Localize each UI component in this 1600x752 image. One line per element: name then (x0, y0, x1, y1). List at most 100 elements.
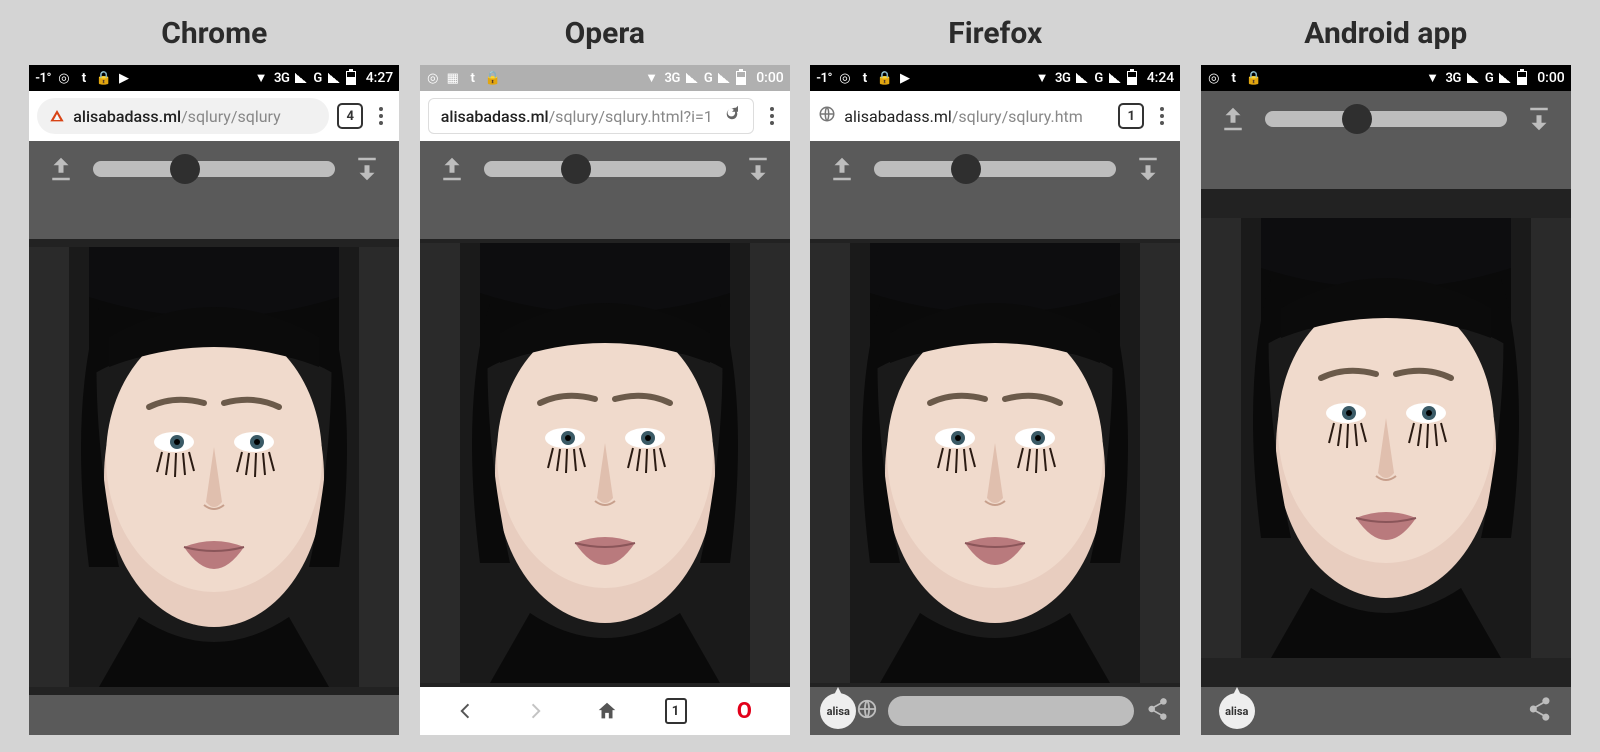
download-icon[interactable] (1130, 151, 1166, 187)
zoom-slider[interactable] (1265, 111, 1507, 127)
badge-label: alisa (827, 705, 850, 718)
tabs-button[interactable]: 1 (665, 698, 687, 724)
spacer (1201, 147, 1571, 189)
signal-icon (1467, 73, 1479, 83)
app-toolbar (810, 141, 1180, 197)
forward-button[interactable] (523, 698, 549, 724)
badge-label: alisa (1225, 705, 1248, 718)
phone-android: ◎ t 🔒 ▼ 3G G 0:00 alis (1201, 65, 1571, 735)
menu-icon[interactable] (371, 107, 391, 125)
download-icon[interactable] (1521, 101, 1557, 137)
carrier: G (1094, 71, 1102, 86)
opera-bottom-nav: 1 O (420, 687, 790, 735)
image-viewport[interactable] (29, 239, 399, 695)
wifi-icon: ▼ (254, 71, 268, 85)
zoom-slider[interactable] (874, 161, 1116, 177)
tabs-count: 4 (347, 109, 354, 124)
content-image (1201, 189, 1571, 687)
opera-icon[interactable]: O (731, 698, 757, 724)
upload-icon[interactable] (434, 151, 470, 187)
statusbar: ◎ t 🔒 ▼ 3G G 0:00 (1201, 65, 1571, 91)
download-icon[interactable] (349, 151, 385, 187)
address-field[interactable]: alisabadass.ml/sqlury/sqlury.html?i=1 (428, 98, 754, 134)
col-title: Chrome (161, 16, 267, 51)
lock-icon: 🔒 (486, 71, 500, 85)
globe-icon[interactable] (856, 698, 878, 724)
image-icon: ▦ (446, 71, 460, 85)
warning-icon (49, 108, 65, 124)
firefox-urlbar: alisabadass.ml/sqlury/sqlury.htm 1 (810, 91, 1180, 141)
tumblr-icon: t (466, 71, 480, 85)
slider-knob[interactable] (951, 154, 981, 184)
upload-icon[interactable] (1215, 101, 1251, 137)
url-domain: alisabadass.ml (441, 107, 549, 126)
lock-icon: 🔒 (878, 71, 892, 85)
carrier: G (704, 71, 712, 86)
battery-icon (1127, 71, 1137, 85)
upload-icon[interactable] (43, 151, 79, 187)
menu-icon[interactable] (1152, 107, 1172, 125)
search-field[interactable] (888, 696, 1134, 726)
upload-icon[interactable] (824, 151, 860, 187)
column-android: Android app ◎ t 🔒 ▼ 3G G 0:00 (1200, 6, 1573, 735)
url-path: /sqlury/sqlury (181, 107, 281, 126)
zoom-slider[interactable] (484, 161, 726, 177)
net-label: 3G (274, 71, 289, 86)
address-field[interactable]: alisabadass.ml/sqlury/sqlury.htm (844, 107, 1110, 126)
carrier: G (1485, 71, 1493, 86)
url-path: /sqlury/sqlury.htm (952, 107, 1083, 126)
address-field[interactable]: alisabadass.ml/sqlury/sqlury (37, 98, 329, 134)
app-toolbar (1201, 91, 1571, 147)
column-opera: Opera ◎ ▦ t 🔒 ▼ 3G G 0:00 alisabadass.ml… (419, 6, 792, 735)
slider-knob[interactable] (561, 154, 591, 184)
temp: -1° (816, 71, 832, 86)
android-bottom-bar: alisa (1201, 687, 1571, 735)
clock: 0:00 (756, 70, 784, 86)
content-image (29, 239, 399, 695)
zoom-slider[interactable] (93, 161, 335, 177)
image-viewport[interactable] (810, 239, 1180, 687)
tumblr-icon: t (858, 71, 872, 85)
signal-icon-2 (328, 73, 340, 83)
tumblr-icon: t (77, 71, 91, 85)
image-viewport[interactable] (1201, 189, 1571, 687)
spacer (420, 197, 790, 239)
net-label: 3G (1055, 71, 1070, 86)
menu-icon[interactable] (762, 107, 782, 125)
image-viewport[interactable] (420, 239, 790, 687)
tabs-button[interactable]: 4 (337, 103, 363, 129)
alisa-badge[interactable]: alisa (820, 693, 856, 729)
wifi-icon: ▼ (645, 71, 659, 85)
url-path: /sqlury/sqlury.html?i=1 (549, 107, 713, 126)
globe-icon (818, 105, 836, 127)
tabs-button[interactable]: 1 (1118, 103, 1144, 129)
instagram-icon: ◎ (1207, 71, 1221, 85)
share-icon[interactable] (1525, 695, 1553, 727)
instagram-icon: ◎ (57, 71, 71, 85)
phone-opera: ◎ ▦ t 🔒 ▼ 3G G 0:00 alisabadass.ml/sqlur… (420, 65, 790, 735)
clock: 4:24 (1147, 70, 1175, 86)
back-button[interactable] (452, 698, 478, 724)
url-domain: alisabadass.ml (844, 107, 952, 126)
chrome-urlbar: alisabadass.ml/sqlury/sqlury 4 (29, 91, 399, 141)
lock-icon: 🔒 (97, 71, 111, 85)
battery-icon (736, 71, 746, 85)
app-toolbar (29, 141, 399, 197)
reload-icon[interactable] (723, 105, 741, 127)
download-icon[interactable] (740, 151, 776, 187)
content-image (810, 239, 1180, 687)
clock: 0:00 (1537, 70, 1565, 86)
slider-knob[interactable] (1342, 104, 1372, 134)
tabs-count: 1 (672, 704, 679, 719)
phone-firefox: -1° ◎ t 🔒 ▶ ▼ 3G G 4:24 alisabadass.ml/s… (810, 65, 1180, 735)
spacer (29, 197, 399, 239)
battery-icon (346, 71, 356, 85)
home-button[interactable] (594, 698, 620, 724)
slider-knob[interactable] (170, 154, 200, 184)
wifi-icon: ▼ (1426, 71, 1440, 85)
share-icon[interactable] (1144, 696, 1170, 726)
alisa-badge[interactable]: alisa (1219, 693, 1255, 729)
phone-chrome: -1° ◎ t 🔒 ▶ ▼ 3G G 4:27 alisabadass.ml/s… (29, 65, 399, 735)
col-title: Android app (1304, 16, 1467, 51)
url-domain: alisabadass.ml (73, 107, 181, 126)
